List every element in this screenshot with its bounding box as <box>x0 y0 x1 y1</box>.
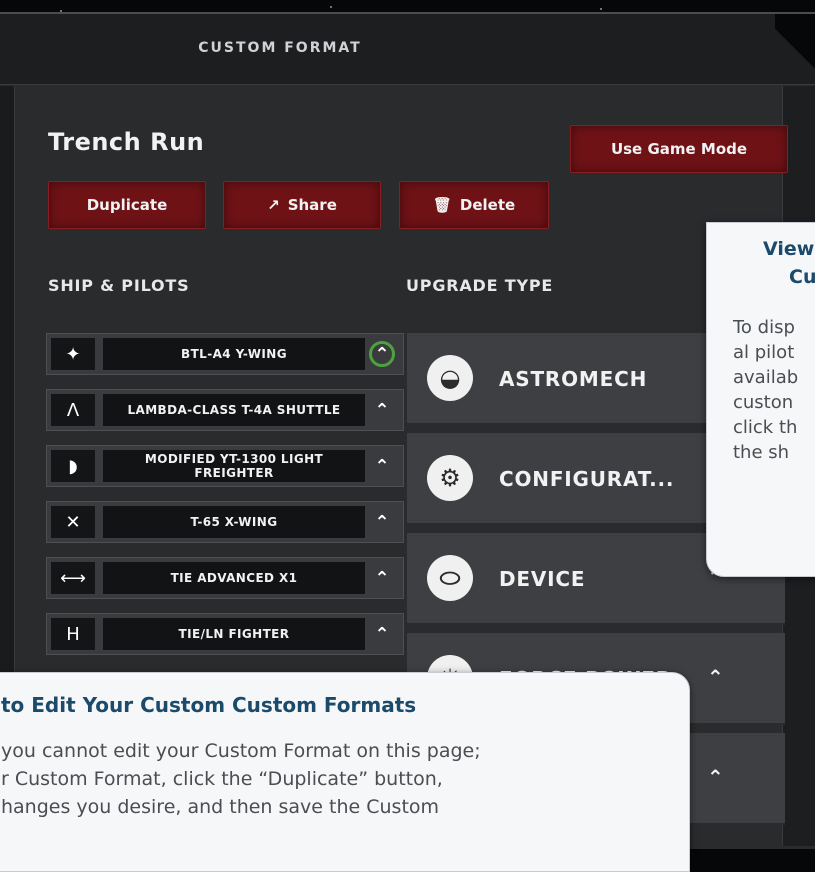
y-wing-icon: ✦ <box>51 338 95 370</box>
delete-button[interactable]: 🗑 Delete <box>399 181 549 229</box>
share-button[interactable]: ↗ Share <box>223 181 381 229</box>
edit-callout-line: hanges you desire, and then save the Cus… <box>1 796 440 818</box>
upgrade-label: DEVICE <box>499 567 586 591</box>
chevron-up-icon[interactable]: ⌃ <box>369 397 395 423</box>
view-callout-line: al pilot <box>733 342 795 363</box>
ship-row-yt-1300[interactable]: ◗ MODIFIED YT-1300 LIGHT FREIGHTER ⌃ <box>46 445 404 487</box>
ship-name: BTL-A4 Y-WING <box>103 338 365 370</box>
format-name: Trench Run <box>48 128 205 156</box>
view-callout-title-line: View <box>763 238 815 260</box>
edit-callout-line: r Custom Format, click the “Duplicate” b… <box>1 768 443 790</box>
ship-name: TIE/LN FIGHTER <box>103 618 365 650</box>
chevron-up-icon[interactable]: ⌃ <box>369 621 395 647</box>
chevron-up-icon[interactable]: ⌃ <box>369 509 395 535</box>
upgrade-type-heading: UPGRADE TYPE <box>406 276 554 295</box>
ship-name: LAMBDA-CLASS T-4A SHUTTLE <box>103 394 365 426</box>
chevron-up-icon[interactable]: ⌃ <box>707 665 724 689</box>
trash-icon: 🗑 <box>432 196 452 214</box>
edit-callout-title: to Edit Your Custom Custom Formats <box>1 693 417 717</box>
panel-header: CUSTOM FORMAT <box>0 14 815 85</box>
ship-row-tie-advanced[interactable]: ⟷ TIE ADVANCED X1 ⌃ <box>46 557 404 599</box>
tie-fighter-icon: H <box>51 618 95 650</box>
view-callout-title: View Cu <box>763 235 815 291</box>
share-icon: ↗ <box>267 196 280 214</box>
edit-callout: to Edit Your Custom Custom Formats you c… <box>0 672 690 872</box>
share-label: Share <box>287 196 337 214</box>
ship-row-btl-a4-y-wing[interactable]: ✦ BTL-A4 Y-WING ⌃ <box>46 333 404 375</box>
ship-row-x-wing[interactable]: ✕ T-65 X-WING ⌃ <box>46 501 404 543</box>
ship-pilots-heading: SHIP & PILOTS <box>48 276 190 295</box>
chevron-up-icon[interactable]: ⌃ <box>707 765 724 789</box>
use-game-mode-label: Use Game Mode <box>610 140 748 158</box>
astromech-icon: ◒ <box>427 355 473 401</box>
chevron-up-icon[interactable]: ⌃ <box>369 453 395 479</box>
use-game-mode-button[interactable]: Use Game Mode <box>570 125 788 173</box>
ship-name: T-65 X-WING <box>103 506 365 538</box>
x-wing-icon: ✕ <box>51 506 95 538</box>
view-callout-line: custon <box>733 392 794 413</box>
view-callout-line: availab <box>733 367 799 388</box>
duplicate-label: Duplicate <box>86 196 168 214</box>
ship-row-lambda-shuttle[interactable]: Λ LAMBDA-CLASS T-4A SHUTTLE ⌃ <box>46 389 404 431</box>
view-callout-title-line: Cu <box>789 266 815 288</box>
upgrade-label: ASTROMECH <box>499 367 648 391</box>
delete-label: Delete <box>459 196 516 214</box>
chevron-up-icon[interactable]: ⌃ <box>369 565 395 591</box>
edit-callout-body: you cannot edit your Custom Format on th… <box>1 737 691 821</box>
upgrade-label: CONFIGURAT... <box>499 467 675 491</box>
duplicate-button[interactable]: Duplicate <box>48 181 206 229</box>
edit-callout-line: you cannot edit your Custom Format on th… <box>1 740 481 762</box>
panel-title: CUSTOM FORMAT <box>198 40 362 56</box>
view-callout: View Cu To disp al pilot availab custon … <box>706 222 815 577</box>
ship-row-tie-fighter[interactable]: H TIE/LN FIGHTER ⌃ <box>46 613 404 655</box>
header-corner <box>775 14 815 84</box>
view-callout-body: To disp al pilot availab custon click th… <box>733 315 815 465</box>
view-callout-line: click th <box>733 417 798 438</box>
yt-1300-icon: ◗ <box>51 450 95 482</box>
ship-name: MODIFIED YT-1300 LIGHT FREIGHTER <box>103 450 365 482</box>
configuration-icon: ⚙ <box>427 455 473 501</box>
device-icon: ⬭ <box>427 555 473 601</box>
tie-advanced-icon: ⟷ <box>51 562 95 594</box>
view-callout-line: To disp <box>733 317 795 338</box>
view-callout-line: the sh <box>733 442 790 463</box>
ship-name: TIE ADVANCED X1 <box>103 562 365 594</box>
chevron-up-icon[interactable]: ⌃ <box>369 341 395 367</box>
lambda-shuttle-icon: Λ <box>51 394 95 426</box>
